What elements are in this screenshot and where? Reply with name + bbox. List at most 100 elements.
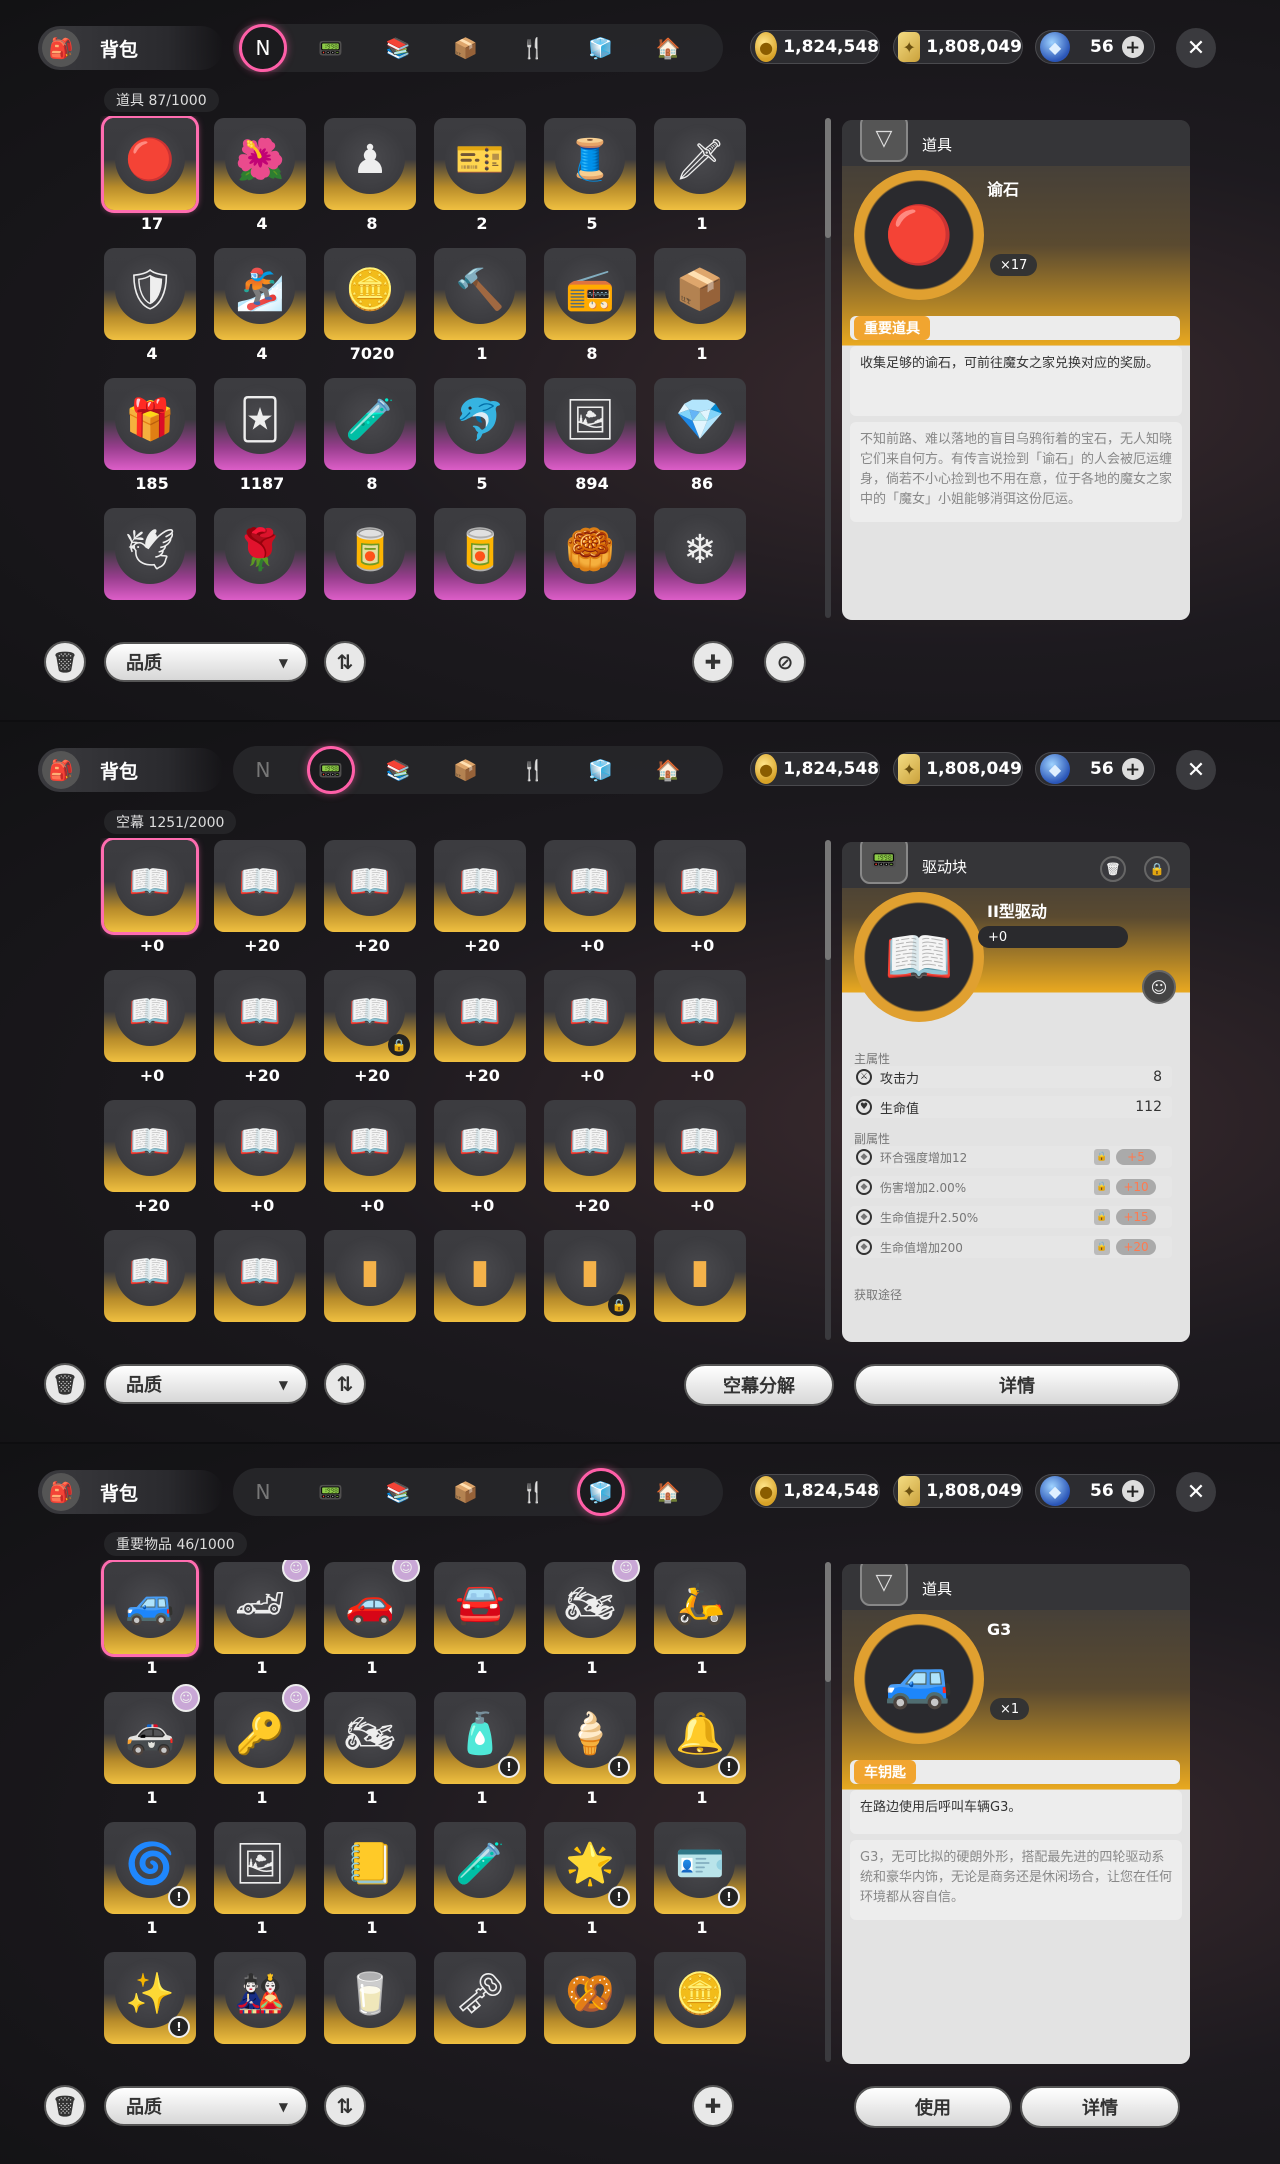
tab-icon-4[interactable]: 🍴 bbox=[513, 28, 553, 68]
add-gems-icon[interactable]: + bbox=[1121, 36, 1144, 58]
item-slot[interactable]: 🌟! 1 bbox=[540, 1820, 638, 1937]
item-slot[interactable]: 📖 🔒 +20 bbox=[320, 968, 418, 1085]
tab-icon-3[interactable]: 📦 bbox=[446, 28, 486, 68]
item-slot[interactable]: 🌀! 1 bbox=[100, 1820, 198, 1937]
item-slot[interactable]: 🥛1 bbox=[320, 1950, 418, 2046]
tab-icon-0[interactable]: N bbox=[243, 1472, 283, 1512]
item-slot[interactable]: 📖+20 bbox=[100, 1098, 198, 1215]
item-slot[interactable]: 🚗 ☺ 1 bbox=[320, 1560, 420, 1677]
item-slot[interactable]: 🔴 17 bbox=[100, 116, 198, 233]
use-button[interactable]: 使用 bbox=[854, 2086, 1012, 2128]
tab-icon-3[interactable]: 📦 bbox=[446, 750, 486, 790]
item-slot[interactable]: 🧪 8 bbox=[320, 376, 418, 493]
add-gems-icon[interactable]: + bbox=[1121, 758, 1144, 780]
item-slot[interactable]: 📖+0 bbox=[210, 1098, 308, 1215]
item-slot[interactable]: 📖+20 bbox=[540, 1098, 638, 1215]
item-slot[interactable]: 📖+20 bbox=[210, 1228, 308, 1324]
tab-icon-6[interactable]: 🏠 bbox=[648, 1472, 688, 1512]
item-slot[interactable]: 🏍 ☺ 1 bbox=[540, 1560, 640, 1677]
detail-scrollbar[interactable] bbox=[825, 118, 831, 618]
sort-order-icon[interactable]: ⇅ bbox=[324, 641, 366, 683]
item-slot[interactable]: 🖼 1 bbox=[210, 1820, 308, 1937]
item-slot[interactable]: 📖+0 bbox=[430, 1098, 528, 1215]
item-slot[interactable]: 🧪 1 bbox=[430, 1820, 528, 1937]
item-slot[interactable]: 🚘 1 bbox=[430, 1560, 528, 1677]
tab-icon-2[interactable]: 📚 bbox=[378, 28, 418, 68]
item-slot[interactable]: 📒 1 bbox=[320, 1820, 418, 1937]
item-slot[interactable]: 🐬 5 bbox=[430, 376, 528, 493]
item-slot[interactable]: 🎁 185 bbox=[100, 376, 198, 493]
details-button[interactable]: 详情 bbox=[854, 1364, 1180, 1406]
item-slot[interactable]: 🚓 ☺ 1 bbox=[100, 1684, 200, 1807]
trash-icon[interactable]: 🗑 bbox=[44, 641, 86, 683]
item-slot[interactable]: 🥨1 bbox=[540, 1950, 638, 2046]
item-slot[interactable]: 🗡 1 bbox=[650, 116, 748, 233]
item-slot[interactable]: ✨!1 bbox=[100, 1950, 198, 2046]
tab-icon-5[interactable]: 🧊 bbox=[581, 750, 621, 790]
tab-icon-2[interactable]: 📚 bbox=[378, 750, 418, 790]
item-slot[interactable]: 📻 8 bbox=[540, 246, 638, 363]
move-icon[interactable]: ✚ bbox=[692, 641, 734, 683]
item-slot[interactable]: 📖+0 bbox=[100, 1228, 198, 1324]
item-slot[interactable]: 📖+20 bbox=[430, 838, 528, 955]
item-slot[interactable]: 🧴! 1 bbox=[430, 1690, 528, 1807]
item-slot[interactable]: 🎫 2 bbox=[430, 116, 528, 233]
item-slot[interactable]: 🔔! 1 bbox=[650, 1690, 748, 1807]
item-slot[interactable]: 📖+0 bbox=[650, 968, 748, 1085]
tab-icon-5[interactable]: 🧊 bbox=[576, 1468, 625, 1516]
item-slot[interactable]: 🔑 ☺ 1 bbox=[210, 1684, 310, 1807]
sort-dropdown[interactable]: 品质 ▼ bbox=[104, 2086, 308, 2126]
tab-icon-0[interactable]: N bbox=[243, 750, 283, 790]
item-slot[interactable]: 📖+0 bbox=[320, 1098, 418, 1215]
item-slot[interactable]: ▮+0 bbox=[320, 1228, 418, 1324]
item-slot[interactable]: 💎 86 bbox=[650, 376, 748, 493]
tab-icon-1[interactable]: 📟 bbox=[306, 746, 355, 794]
item-slot[interactable]: 📖+0 bbox=[650, 838, 748, 955]
item-slot[interactable]: 🌺 4 bbox=[210, 116, 308, 233]
item-slot[interactable]: 🛡 4 bbox=[100, 246, 198, 363]
item-slot[interactable]: ▮🔒+20 bbox=[540, 1228, 638, 1324]
add-gems-icon[interactable]: + bbox=[1121, 1480, 1144, 1502]
item-slot[interactable]: ▮+20 bbox=[650, 1228, 748, 1324]
item-slot[interactable]: 📦 1 bbox=[650, 246, 748, 363]
tab-icon-1[interactable]: 📟 bbox=[311, 28, 351, 68]
item-slot[interactable]: 🏎 ☺ 1 bbox=[210, 1560, 310, 1677]
trash-icon[interactable]: 🗑 bbox=[1100, 856, 1126, 882]
scroll-thumb[interactable] bbox=[825, 118, 831, 238]
trash-icon[interactable]: 🗑 bbox=[44, 2085, 86, 2127]
lock-icon[interactable]: 🔒 bbox=[1144, 856, 1170, 882]
item-slot[interactable]: 🏂 4 bbox=[210, 246, 308, 363]
trash-icon[interactable]: 🗑 bbox=[44, 1363, 86, 1405]
scroll-thumb[interactable] bbox=[825, 1562, 831, 1682]
tab-icon-5[interactable]: 🧊 bbox=[581, 28, 621, 68]
item-slot[interactable]: 🪙3 bbox=[650, 1950, 748, 2046]
close-icon[interactable]: ✕ bbox=[1176, 750, 1216, 790]
item-slot[interactable]: ▮+20 bbox=[430, 1228, 528, 1324]
item-slot[interactable]: 🎎1 bbox=[210, 1950, 308, 2046]
tab-icon-4[interactable]: 🍴 bbox=[513, 1472, 553, 1512]
tab-icon-6[interactable]: 🏠 bbox=[648, 28, 688, 68]
item-slot[interactable]: 📖+20 bbox=[320, 838, 418, 955]
detail-scrollbar[interactable] bbox=[825, 840, 831, 1340]
tab-icon-2[interactable]: 📚 bbox=[378, 1472, 418, 1512]
sort-order-icon[interactable]: ⇅ bbox=[324, 2085, 366, 2127]
item-slot[interactable]: 🃏 1187 bbox=[210, 376, 308, 493]
move-icon[interactable]: ✚ bbox=[692, 2085, 734, 2127]
sort-order-icon[interactable]: ⇅ bbox=[324, 1363, 366, 1405]
item-slot[interactable]: 🥫9 bbox=[320, 506, 418, 602]
tab-icon-0[interactable]: N bbox=[239, 24, 287, 72]
detail-scrollbar[interactable] bbox=[825, 1562, 831, 2062]
tab-icon-1[interactable]: 📟 bbox=[311, 1472, 351, 1512]
item-slot[interactable]: 🕊8 bbox=[100, 506, 198, 602]
item-slot[interactable]: 🛵 1 bbox=[650, 1560, 748, 1677]
item-slot[interactable]: 🌹5 bbox=[210, 506, 308, 602]
item-slot[interactable]: ♟ 8 bbox=[320, 116, 418, 233]
item-slot[interactable]: 🥮4 bbox=[540, 506, 638, 602]
item-slot[interactable]: 📖+0 bbox=[540, 968, 638, 1085]
item-slot[interactable]: 📖+20 bbox=[210, 968, 308, 1085]
item-slot[interactable]: 🪙 7020 bbox=[320, 246, 418, 363]
item-slot[interactable]: 📖+0 bbox=[100, 838, 198, 955]
item-slot[interactable]: 🚙 1 bbox=[100, 1560, 198, 1677]
item-slot[interactable]: 📖+0 bbox=[100, 968, 198, 1085]
tab-icon-4[interactable]: 🍴 bbox=[513, 750, 553, 790]
